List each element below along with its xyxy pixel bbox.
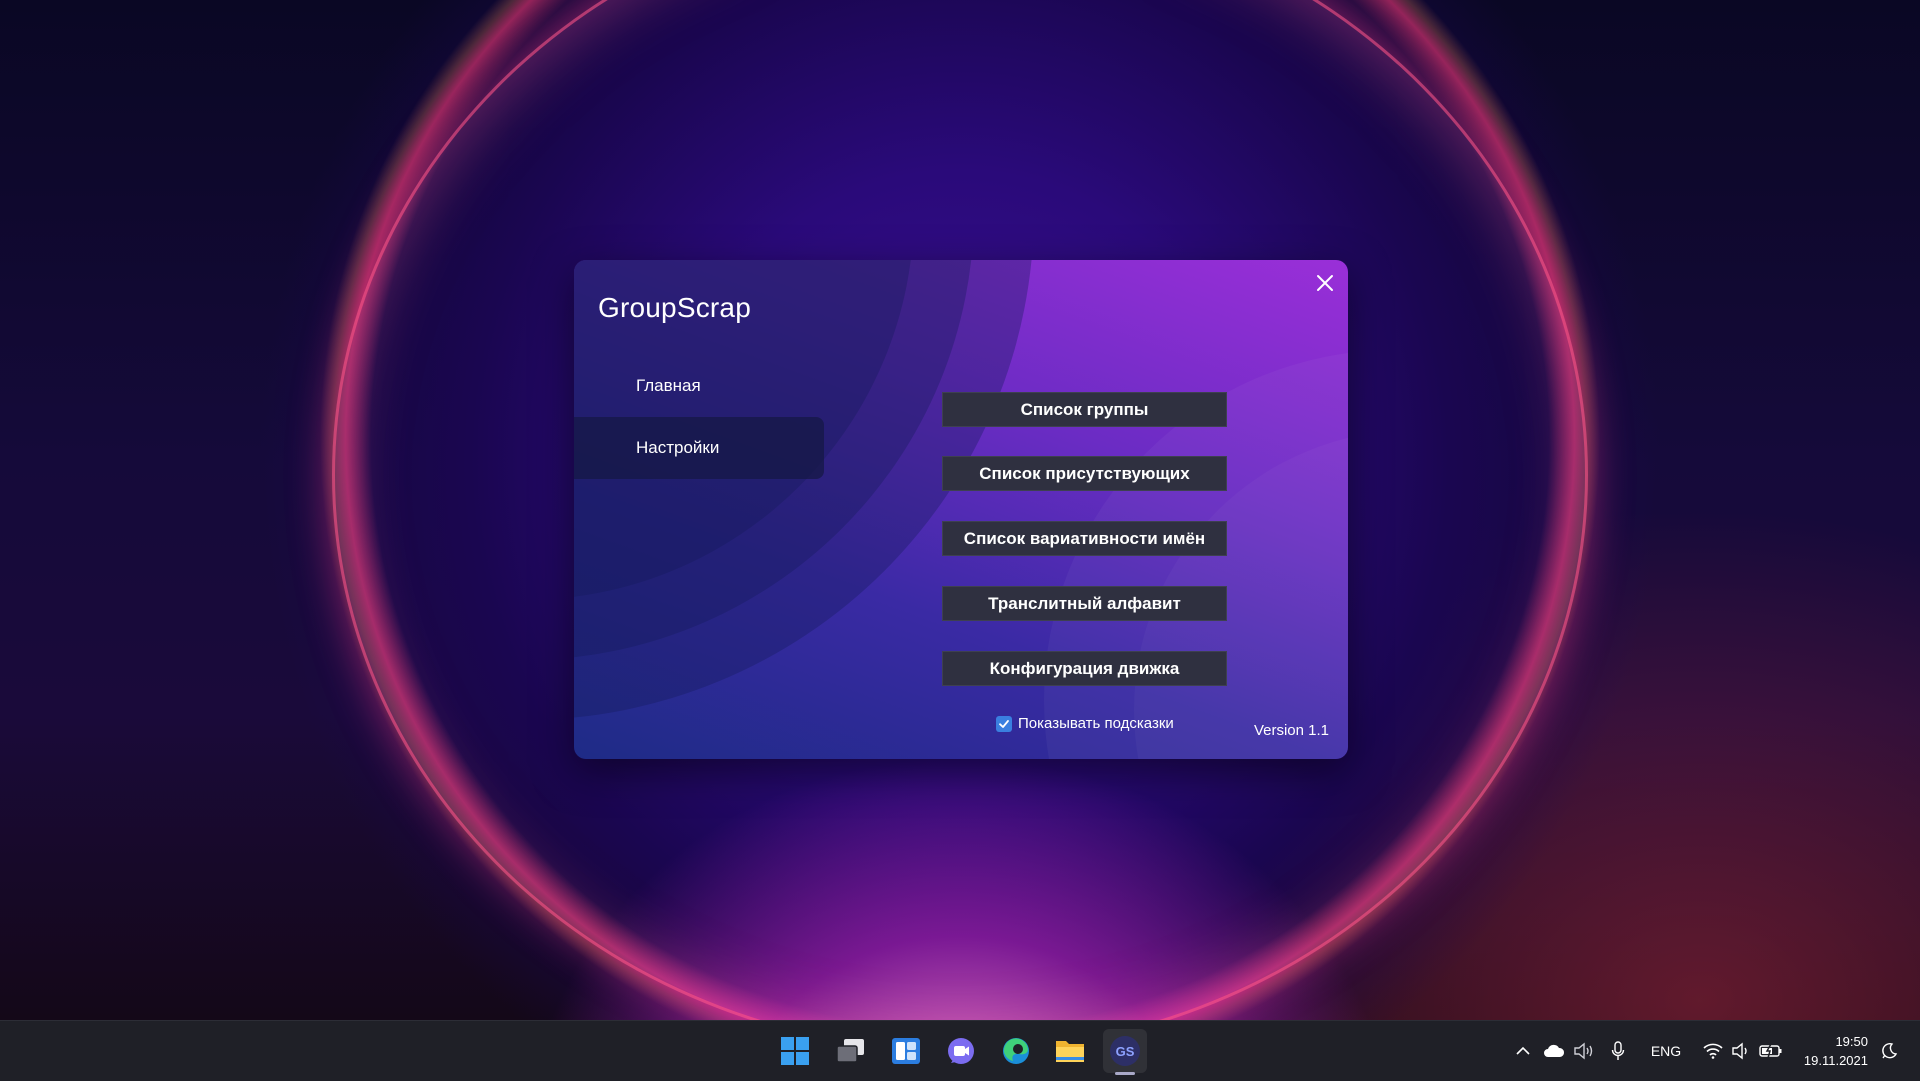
translit-alphabet-button[interactable]: Транслитный алфавит [942,586,1227,621]
speaker-icon [1574,1042,1593,1060]
nav-item-home[interactable]: Главная [574,355,824,417]
edge-button[interactable] [994,1029,1038,1073]
wifi-icon [1703,1043,1723,1059]
close-icon [1317,275,1333,291]
edge-icon [1003,1038,1029,1064]
groupscrap-window: GroupScrap Главная Настройки Список груп… [574,260,1348,759]
microphone-icon [1611,1041,1625,1060]
group-list-button[interactable]: Список группы [942,392,1227,427]
wifi-tray-button[interactable] [1700,1021,1726,1081]
nav-item-settings[interactable]: Настройки [574,417,824,479]
windows-start-icon [781,1037,809,1065]
input-language-indicator[interactable]: ENG [1646,1021,1686,1081]
file-explorer-button[interactable] [1048,1029,1092,1073]
file-explorer-icon [1056,1041,1084,1062]
version-label: Version 1.1 [1253,722,1329,739]
show-hints-toggle[interactable]: Показывать подсказки [996,715,1174,732]
volume-tray-button[interactable] [1728,1021,1754,1081]
engine-config-button[interactable]: Конфигурация движка [942,651,1227,686]
nav-item-label: Главная [636,376,701,395]
groupscrap-taskbar-button[interactable]: GS [1103,1029,1147,1073]
chevron-up-icon [1516,1046,1530,1055]
battery-charging-icon [1759,1044,1782,1058]
cloud-icon [1544,1044,1565,1057]
active-app-indicator [1115,1072,1135,1075]
taskbar: GS ENG 19:50 19.11.2021 [0,1020,1920,1081]
widgets-icon [892,1038,920,1064]
desktop-wallpaper: GroupScrap Главная Настройки Список груп… [0,0,1920,1020]
groupscrap-icon-label: GS [1115,1043,1135,1059]
attendance-list-button[interactable]: Список присутствующих [942,456,1227,491]
show-hidden-icons-button[interactable] [1511,1021,1535,1081]
task-view-icon [836,1039,864,1063]
teams-chat-icon [948,1038,974,1064]
clock[interactable]: 19:50 19.11.2021 [1796,1021,1868,1081]
audio-tray-button[interactable] [1570,1021,1598,1081]
checkmark-icon [999,719,1009,728]
microphone-tray-button[interactable] [1606,1021,1630,1081]
clock-date: 19.11.2021 [1803,1053,1868,1068]
focus-assist-button[interactable] [1876,1021,1902,1081]
moon-icon [1882,1042,1898,1059]
clock-time: 19:50 [1835,1034,1868,1049]
widgets-button[interactable] [884,1029,928,1073]
task-view-button[interactable] [829,1029,873,1073]
name-variants-button[interactable]: Список вариативности имён [942,521,1227,556]
nav-item-label: Настройки [636,438,720,457]
show-hints-label: Показывать подсказки [1018,715,1174,732]
battery-tray-button[interactable] [1756,1021,1786,1081]
show-hints-checkbox[interactable] [996,715,1012,732]
start-button[interactable] [773,1029,817,1073]
teams-chat-button[interactable] [939,1029,983,1073]
onedrive-tray-button[interactable] [1540,1021,1568,1081]
app-title: GroupScrap [598,292,751,323]
groupscrap-icon: GS [1110,1036,1140,1066]
close-button[interactable] [1308,266,1342,300]
volume-icon [1732,1042,1747,1060]
